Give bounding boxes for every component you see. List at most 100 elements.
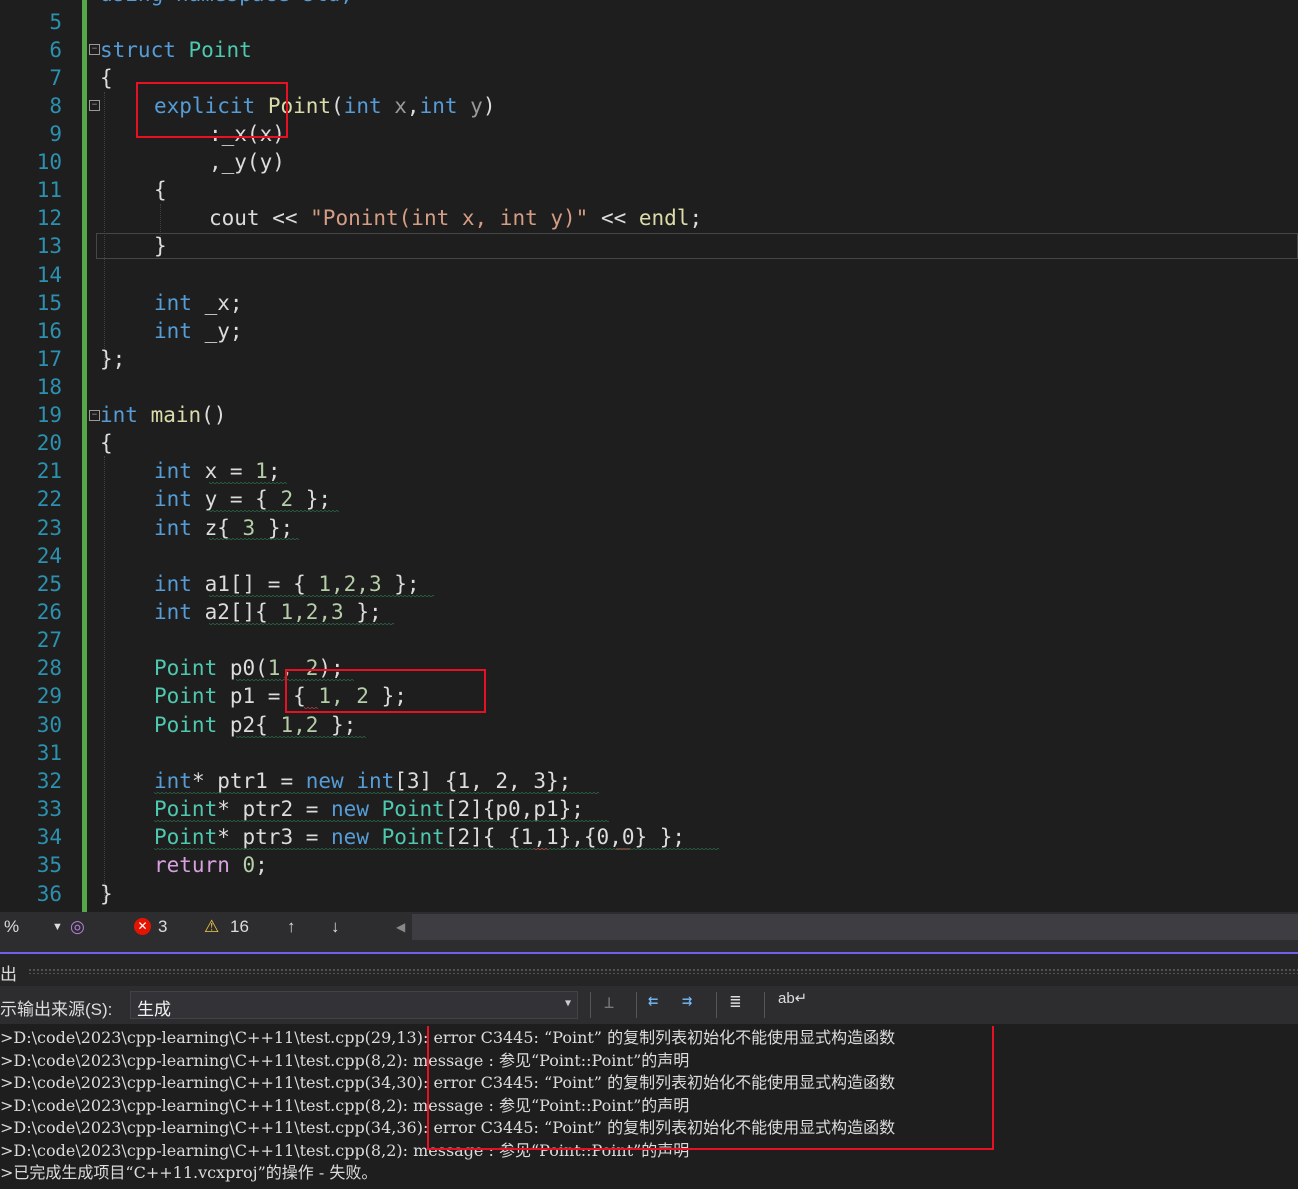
line-number: 9: [49, 122, 62, 146]
warning-icon[interactable]: ⚠: [204, 917, 219, 937]
code-editor[interactable]: − − − using namespace std; 5 6 7 8 9 10 …: [0, 0, 1298, 912]
code-line-33: Point* ptr2 = new Point[2]{p0,p1};: [154, 797, 584, 821]
fold-collapse-icon[interactable]: −: [89, 100, 100, 111]
error-count[interactable]: 3: [158, 917, 167, 937]
code-line-21: int x = 1;: [154, 459, 281, 483]
warning-squiggle: [236, 736, 366, 739]
highlight-box-errors: [427, 1026, 994, 1150]
line-number: 34: [36, 825, 62, 849]
warning-squiggle: [154, 820, 609, 823]
indent-guide: [104, 92, 105, 370]
clear-all-icon[interactable]: ≣: [730, 991, 741, 1012]
code-line-12: cout << "Ponint(int x, int y)" << endl;: [209, 206, 703, 230]
line-number: 17: [36, 347, 62, 371]
line-number: 24: [36, 544, 62, 568]
code-line-16: int _y;: [154, 319, 243, 343]
line-number: 12: [36, 206, 62, 230]
line-number: 20: [36, 431, 62, 455]
output-line[interactable]: >已完成生成项目“C++11.vcxproj”的操作 - 失败。: [0, 1162, 377, 1185]
line-number: 22: [36, 487, 62, 511]
highlight-box-initializer: [285, 669, 486, 713]
code-line-32: int* ptr1 = new int[3] {1, 2, 3};: [154, 769, 572, 793]
line-number: 21: [36, 459, 62, 483]
zoom-dropdown-icon[interactable]: ▼: [52, 921, 63, 933]
toolbar-separator: [716, 992, 717, 1018]
go-to-next-message-icon[interactable]: ⇉: [682, 991, 692, 1011]
line-number: 16: [36, 319, 62, 343]
health-icon[interactable]: ◎: [70, 917, 85, 937]
line-number: 5: [49, 10, 62, 34]
previous-issue-button[interactable]: ↑: [287, 917, 296, 937]
warning-squiggle: [209, 510, 339, 513]
output-panel-title: 出: [0, 965, 17, 984]
source-label: 示输出来源(S):: [0, 1000, 113, 1019]
code-line-19: int main(): [100, 403, 227, 427]
code-line-25: int a1[] = { 1,2,3 };: [154, 572, 420, 596]
code-line-34: Point* ptr3 = new Point[2]{ {1,1},{0,0} …: [154, 825, 686, 849]
code-line-22: int y = { 2 };: [154, 487, 332, 511]
fold-collapse-icon[interactable]: −: [89, 44, 100, 55]
warning-squiggle: [209, 482, 287, 485]
error-icon[interactable]: ✕: [134, 918, 151, 935]
code-line-11: {: [154, 178, 167, 202]
code-line-26: int a2[]{ 1,2,3 };: [154, 600, 382, 624]
line-number: 27: [36, 628, 62, 652]
output-text-area[interactable]: >D:\code\2023\cpp-learning\C++11\test.cp…: [0, 1026, 1298, 1189]
code-line-13: }: [154, 234, 167, 258]
line-number: 29: [36, 684, 62, 708]
line-number: 18: [36, 375, 62, 399]
horizontal-scrollbar[interactable]: [412, 914, 1298, 940]
warning-squiggle: [209, 595, 434, 598]
change-indicator: [82, 0, 87, 912]
output-toolbar: 示输出来源(S): 生成 ▼ ⊥ ⇇ ⇉ ≣ ab↵: [0, 986, 1298, 1024]
warning-squiggle: [209, 623, 394, 626]
code-line-15: int _x;: [154, 291, 243, 315]
toolbar-separator: [636, 992, 637, 1018]
line-number: 11: [36, 178, 62, 202]
warning-count[interactable]: 16: [230, 917, 249, 937]
warning-squiggle: [209, 538, 299, 541]
line-number: 7: [49, 66, 62, 90]
code-line-10: ,_y(y): [209, 150, 285, 174]
line-number: 6: [49, 38, 62, 62]
line-number: 35: [36, 853, 62, 877]
code-line-35: return 0;: [154, 853, 268, 877]
line-number: 23: [36, 516, 62, 540]
line-number: 36: [36, 882, 62, 906]
panel-splitter[interactable]: [0, 942, 1298, 952]
go-to-previous-message-icon[interactable]: ⇇: [648, 991, 658, 1011]
line-number: 26: [36, 600, 62, 624]
line-number: 14: [36, 263, 62, 287]
code-line-30: Point p2{ 1,2 };: [154, 713, 357, 737]
source-dropdown-value: 生成: [137, 1000, 171, 1019]
line-number: 30: [36, 713, 62, 737]
scroll-left-icon[interactable]: ◀: [396, 920, 405, 934]
output-panel-header: 出: [0, 952, 1298, 988]
title-grip: [28, 968, 1298, 974]
word-wrap-icon[interactable]: ab↵: [778, 989, 807, 1007]
line-number: 31: [36, 741, 62, 765]
code-line-7: {: [100, 66, 113, 90]
line-number: 10: [36, 150, 62, 174]
line-number: 13: [36, 234, 62, 258]
error-squiggle: [534, 848, 548, 851]
warning-squiggle: [154, 848, 719, 851]
source-dropdown[interactable]: 生成 ▼: [130, 991, 578, 1019]
code-line-4: using namespace std;: [100, 0, 353, 8]
toolbar-separator: [764, 992, 765, 1018]
warning-squiggle: [154, 792, 599, 795]
chevron-down-icon: ▼: [564, 998, 571, 1009]
find-message-icon[interactable]: ⊥: [604, 993, 614, 1013]
next-issue-button[interactable]: ↓: [331, 917, 340, 937]
code-line-20: {: [100, 431, 113, 455]
code-line-17: };: [100, 347, 126, 371]
fold-collapse-icon[interactable]: −: [89, 410, 100, 421]
line-number: 28: [36, 656, 62, 680]
code-line-6: struct Point: [100, 38, 252, 62]
line-number: 19: [36, 403, 62, 427]
line-number: 33: [36, 797, 62, 821]
line-number: 8: [49, 94, 62, 118]
highlight-box-explicit: [136, 82, 288, 138]
zoom-level[interactable]: %: [4, 917, 19, 937]
indent-guide: [104, 456, 105, 900]
